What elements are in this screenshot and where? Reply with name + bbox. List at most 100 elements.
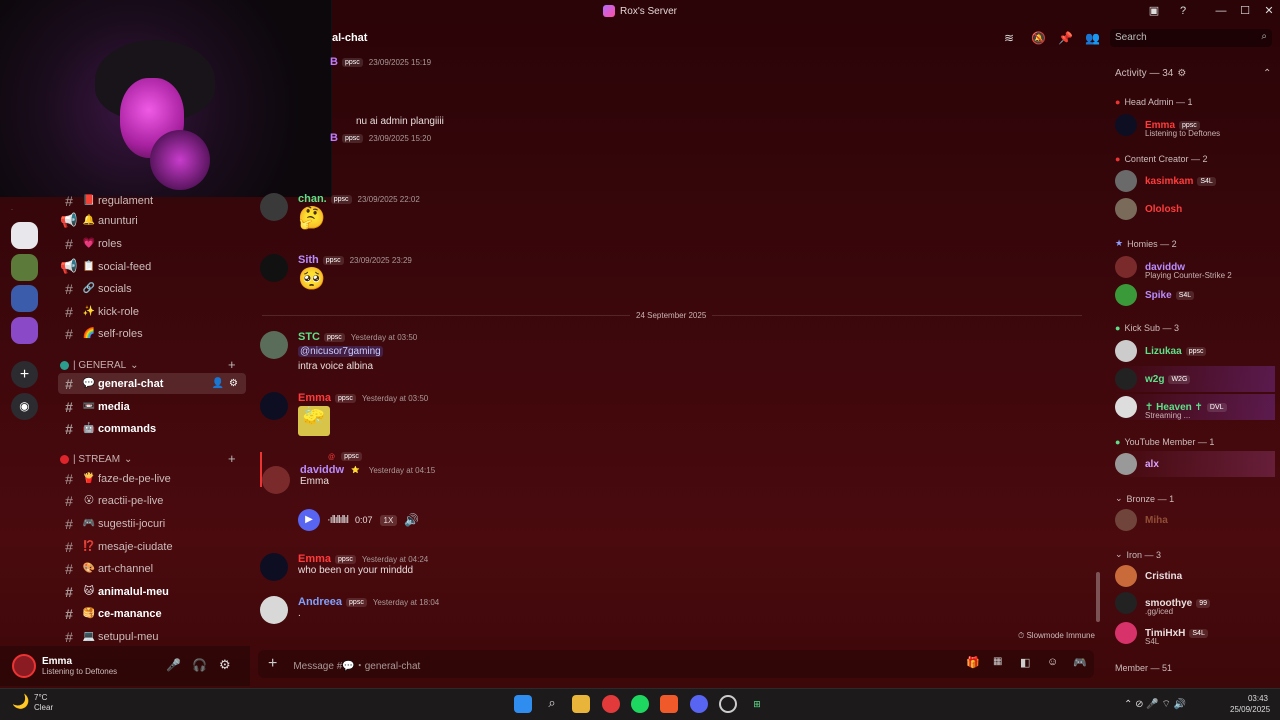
clock[interactable]: 03:43 25/09/2025 [1230, 693, 1270, 715]
threads-icon[interactable]: ≋ [1004, 31, 1014, 45]
avatar[interactable] [12, 654, 36, 678]
maximize-button[interactable]: ☐ [1233, 2, 1257, 20]
channel-sugestii-jocuri[interactable]: # 🎮 sugestii-jocuri [58, 513, 246, 534]
member-item[interactable]: alx [1115, 451, 1275, 477]
member-item[interactable]: Miha [1115, 507, 1275, 533]
add-attachment-icon[interactable]: + [268, 655, 277, 673]
message-composer[interactable]: + Message #💬・general-chat 🎁 ▦ ◧ ☺ 🎮 [258, 650, 1094, 678]
app-icon[interactable] [602, 695, 620, 713]
user-info[interactable]: Emma Listening to Deftones [42, 656, 117, 676]
member-list-icon[interactable]: 👥 [1085, 31, 1100, 45]
avatar[interactable] [260, 193, 288, 221]
channel-media[interactable]: # 📼 media [58, 396, 246, 417]
channel-faze-de-pe-live[interactable]: # 🍟 faze-de-pe-live [58, 468, 246, 489]
brave-icon[interactable] [660, 695, 678, 713]
sticker-icon[interactable]: ◧ [1020, 656, 1030, 669]
channel-self-roles[interactable]: # 🌈 self-roles [58, 323, 246, 344]
search-input[interactable]: Search ⌕ [1110, 29, 1272, 47]
channel-roles[interactable]: # 💗 roles [58, 233, 246, 254]
notification-bell-icon[interactable]: 🔕 [1031, 31, 1046, 45]
add-server-icon[interactable]: + [11, 361, 38, 388]
gif-icon[interactable]: ▦ [993, 656, 1002, 667]
server-icon-1[interactable] [11, 222, 38, 249]
message-author[interactable]: chan. [298, 193, 327, 205]
message-author[interactable]: B [330, 132, 338, 144]
channel-socials[interactable]: # 🔗 socials [58, 278, 246, 299]
channel-general-chat[interactable]: # 💬 general-chat 👤 ⚙ [58, 373, 246, 394]
channel-setupul-meu[interactable]: # 💻 setupul-meu [58, 626, 246, 647]
discord-icon[interactable] [690, 695, 708, 713]
member-item[interactable]: w2g W2G [1115, 366, 1275, 392]
server-icon-4[interactable] [11, 317, 38, 344]
channel-mesaje-ciudate[interactable]: # ⁉️ mesaje-ciudate [58, 536, 246, 557]
settings-gear-icon[interactable]: ⚙ [229, 378, 238, 389]
server-icon-3[interactable] [11, 285, 38, 312]
avatar[interactable] [260, 596, 288, 624]
add-channel-icon[interactable]: + [228, 451, 236, 466]
volume-icon[interactable]: 🔊 [404, 513, 419, 527]
channel-reactii-pe-live[interactable]: # 😮 reactii-pe-live [58, 490, 246, 511]
channel-commands[interactable]: # 🤖 commands [58, 418, 246, 439]
apps-icon[interactable]: 🎮 [1073, 656, 1087, 669]
channel-anunturi[interactable]: 📢 🔔 anunturi [58, 210, 246, 231]
spotify-icon[interactable] [631, 695, 649, 713]
emoji-icon[interactable]: ☺ [1047, 656, 1058, 668]
activity-header[interactable]: Activity — 34 ⚙ ⌃ [1115, 68, 1271, 79]
playback-speed-button[interactable]: 1X [379, 514, 398, 526]
message-author[interactable]: Andreea [298, 596, 342, 608]
gift-icon[interactable]: 🎁 [966, 656, 980, 669]
avatar[interactable] [260, 254, 288, 282]
member-item[interactable]: daviddw Playing Counter-Strike 2 [1115, 254, 1275, 280]
member-item[interactable]: Cristina [1115, 563, 1275, 589]
channel-kick-role[interactable]: # ✨ kick-role [58, 301, 246, 322]
add-channel-icon[interactable]: + [228, 357, 236, 372]
tray-icons[interactable]: ⌃ ⊘ 🎤 ⌔ 🔊 [1124, 698, 1186, 711]
message-author[interactable]: daviddw [300, 464, 344, 476]
help-icon[interactable]: ? [1171, 2, 1195, 20]
minimize-button[interactable]: — [1209, 2, 1233, 20]
microphone-icon[interactable]: 🎤 [166, 658, 181, 672]
reply-preview[interactable]: @ ppsc [328, 452, 1090, 461]
member-item[interactable]: Spike S4L [1115, 282, 1275, 308]
channel-animalul-meu[interactable]: # 🐱 animalul-meu [58, 581, 246, 602]
avatar[interactable] [260, 392, 288, 420]
app-icon-2[interactable] [719, 695, 737, 713]
category-stream[interactable]: | STREAM ⌄ [60, 454, 132, 465]
inbox-icon[interactable]: ▣ [1142, 2, 1166, 20]
taskbar-search-icon[interactable]: ⌕ [543, 695, 561, 713]
member-item[interactable]: Emma ppsc Listening to Deftones [1115, 112, 1275, 138]
member-item[interactable]: ✝ Heaven ✝ DVL Streaming ... [1115, 394, 1275, 420]
member-item[interactable]: kasimkam S4L [1115, 168, 1275, 194]
app-icon-3[interactable]: ⊞ [748, 695, 766, 713]
member-item[interactable]: Ololosh [1115, 196, 1275, 222]
play-icon[interactable]: ▶ [298, 509, 320, 531]
discover-icon[interactable]: ◉ [11, 393, 38, 420]
image-attachment[interactable]: 🧽 [298, 406, 330, 436]
file-explorer-icon[interactable] [572, 695, 590, 713]
scrollbar[interactable] [1096, 572, 1100, 622]
message-author[interactable]: Sith [298, 254, 319, 266]
message-author[interactable]: Emma [298, 392, 331, 404]
member-item[interactable]: TimiHxH S4L S4L [1115, 620, 1275, 646]
close-button[interactable]: ✕ [1257, 2, 1280, 20]
reply-preview[interactable]: nu ai admin plangiiii [356, 116, 1090, 127]
channel-ce-manance[interactable]: # 🥞 ce-manance [58, 603, 246, 624]
avatar[interactable] [262, 466, 290, 494]
member-item[interactable]: Lizukaa ppsc [1115, 338, 1275, 364]
avatar[interactable] [260, 331, 288, 359]
windows-start-icon[interactable] [514, 695, 532, 713]
category-general[interactable]: | GENERAL ⌄ [60, 360, 139, 371]
weather-widget[interactable]: 7°C Clear [34, 693, 53, 713]
server-icon-2[interactable] [11, 254, 38, 281]
message-author[interactable]: B [330, 56, 338, 68]
channel-art-channel[interactable]: # 🎨 art-channel [58, 558, 246, 579]
invite-icon[interactable]: 👤 [212, 378, 224, 389]
message-author[interactable]: STC [298, 331, 320, 343]
message-author[interactable]: Emma [298, 553, 331, 565]
avatar[interactable] [260, 553, 288, 581]
pin-icon[interactable]: 📌 [1058, 31, 1073, 45]
channel-regulament[interactable]: # 📕 regulament [58, 190, 246, 211]
user-settings-icon[interactable]: ⚙ [219, 657, 231, 673]
headphones-icon[interactable]: 🎧 [192, 658, 207, 672]
member-item[interactable]: smoothye 99 .gg/iced [1115, 590, 1275, 616]
